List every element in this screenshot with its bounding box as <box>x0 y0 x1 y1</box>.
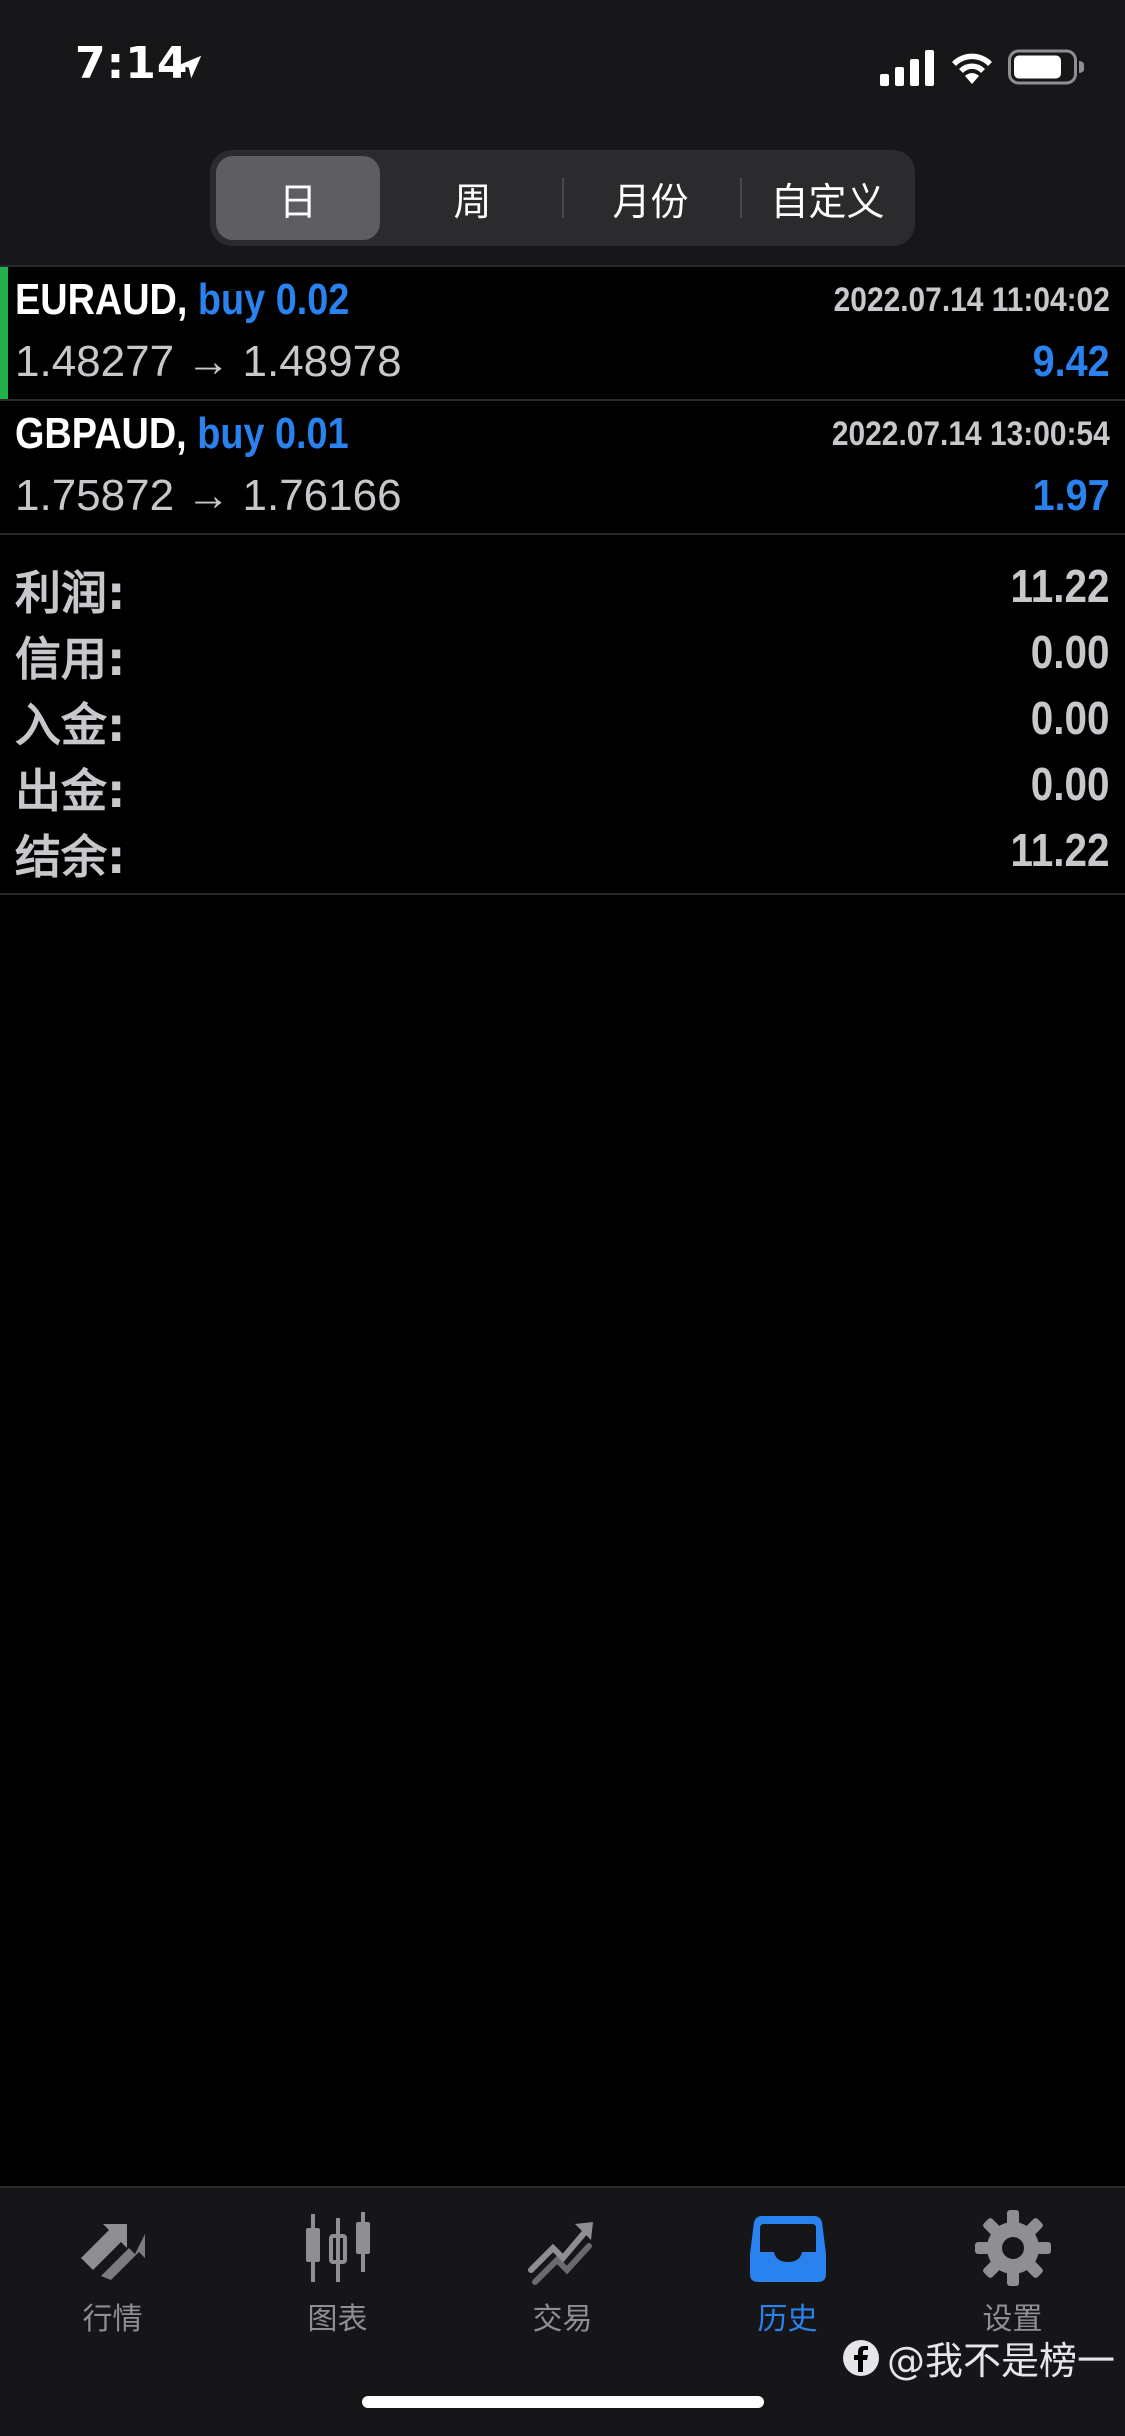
status-bar: 7:14 <box>0 0 1125 140</box>
watermark: @我不是榜一 <box>841 2330 1115 2385</box>
tab-label: 行情 <box>82 2302 143 2337</box>
history-inbox-icon <box>749 2216 826 2282</box>
summary-row-deposit: 入金: 0.00 <box>0 685 1125 752</box>
tab-trade[interactable]: 交易 <box>450 2208 675 2348</box>
wifi-icon <box>952 53 992 84</box>
trade-prices: 1.48277 → 1.48978 <box>15 337 402 386</box>
trade-trend-icon <box>527 2222 593 2285</box>
tab-label: 交易 <box>532 2302 593 2337</box>
period-segmented-control: 日 周 月份 自定义 <box>210 150 915 246</box>
candlestick-chart-icon <box>305 2212 370 2282</box>
trade-profit: 9.42 <box>1032 337 1110 386</box>
trade-side: buy 0.01 <box>197 409 349 458</box>
trade-time: 2022.07.14 11:04:02 <box>833 281 1110 319</box>
segment-week[interactable]: 周 <box>390 156 555 240</box>
trade-time: 2022.07.14 13:00:54 <box>832 415 1110 453</box>
summary-value: 0.00 <box>1031 692 1110 744</box>
quotes-arrows-icon <box>80 2224 145 2280</box>
tab-label: 历史 <box>757 2302 818 2337</box>
trade-prices: 1.75872 → 1.76166 <box>15 471 402 520</box>
selected-row-indicator <box>0 267 8 399</box>
account-summary: 利润: 11.22 信用: 0.00 入金: 0.00 出金: 0.00 结余:… <box>0 533 1125 895</box>
summary-value: 0.00 <box>1031 626 1110 678</box>
summary-row-profit: 利润: 11.22 <box>0 553 1125 620</box>
summary-row-withdrawal: 出金: 0.00 <box>0 751 1125 818</box>
tab-history[interactable]: 历史 <box>675 2208 900 2348</box>
trade-row[interactable]: EURAUD, buy 0.02 2022.07.14 11:04:02 1.4… <box>0 265 1125 399</box>
summary-label: 利润: <box>15 566 126 620</box>
summary-label: 结余: <box>15 830 126 884</box>
segment-divider <box>740 178 742 218</box>
summary-label: 入金: <box>15 698 126 752</box>
facebook-icon <box>842 2339 879 2376</box>
signal-icon <box>880 50 934 86</box>
period-filter-bar: 日 周 月份 自定义 <box>0 140 1125 265</box>
status-time: 7:14 <box>75 38 189 89</box>
summary-value: 11.22 <box>1010 560 1110 612</box>
summary-value: 11.22 <box>1010 824 1110 876</box>
segment-month[interactable]: 月份 <box>568 156 733 240</box>
trade-symbol: EURAUD, buy 0.02 <box>15 275 350 324</box>
trade-row[interactable]: GBPAUD, buy 0.01 2022.07.14 13:00:54 1.7… <box>0 399 1125 533</box>
gear-icon <box>974 2210 1051 2286</box>
trade-profit: 1.97 <box>1032 471 1110 520</box>
trade-symbol: GBPAUD, buy 0.01 <box>15 409 349 458</box>
segment-divider <box>562 178 564 218</box>
segment-custom[interactable]: 自定义 <box>746 156 909 240</box>
summary-value: 0.00 <box>1031 758 1110 810</box>
segment-day[interactable]: 日 <box>216 156 380 240</box>
trade-history-list: EURAUD, buy 0.02 2022.07.14 11:04:02 1.4… <box>0 265 1125 533</box>
battery-icon <box>1008 49 1084 85</box>
location-arrow-icon <box>178 55 202 79</box>
home-indicator[interactable] <box>362 2396 764 2408</box>
watermark-text: @我不是榜一 <box>886 2339 1115 2383</box>
tab-charts[interactable]: 图表 <box>225 2208 450 2348</box>
trade-side: buy 0.02 <box>197 275 350 324</box>
summary-label: 信用: <box>15 632 126 686</box>
summary-label: 出金: <box>15 764 126 818</box>
summary-row-balance: 结余: 11.22 <box>0 817 1125 884</box>
tab-quotes[interactable]: 行情 <box>0 2208 225 2348</box>
tab-settings[interactable]: 设置 <box>900 2208 1125 2348</box>
tab-label: 图表 <box>307 2302 368 2337</box>
summary-row-credit: 信用: 0.00 <box>0 619 1125 686</box>
